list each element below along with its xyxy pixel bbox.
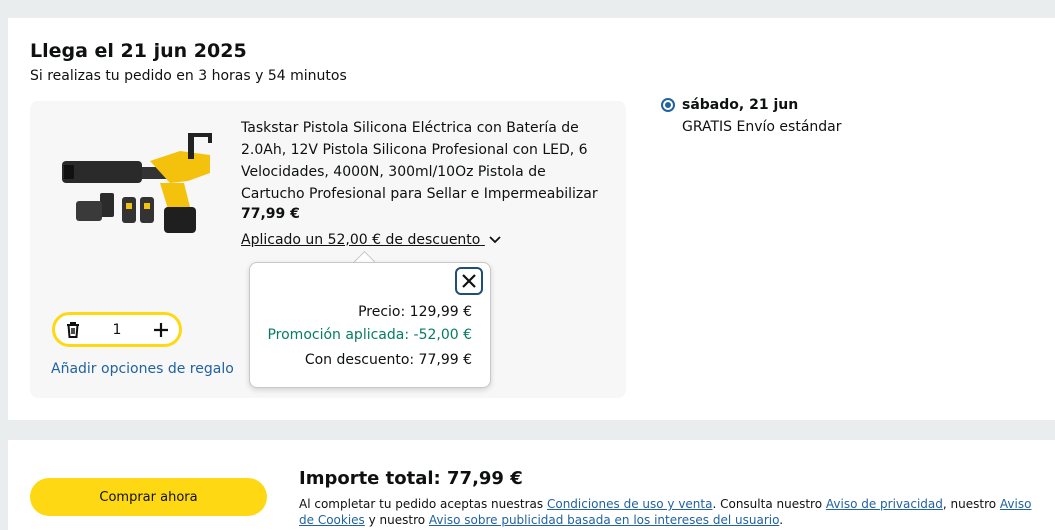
quantity-value: 1: [112, 321, 122, 338]
legal-text-part: y nuestro: [364, 513, 429, 527]
delivery-title: Llega el 21 jun 2025: [30, 40, 247, 62]
popover-price: Precio: 129,99 €: [358, 304, 472, 320]
buy-now-button[interactable]: Comprar ahora: [30, 478, 267, 516]
legal-text-part: , nuestro: [942, 497, 1000, 511]
discount-link[interactable]: Aplicado un 52,00 € de descuento: [241, 232, 501, 248]
terms-link[interactable]: Condiciones de uso y venta: [547, 497, 713, 511]
caulking-gun-icon: [62, 133, 212, 233]
legal-text-part: Al completar tu pedido aceptas nuestras: [299, 497, 547, 511]
discount-popover: Precio: 129,99 € Promoción aplicada: -52…: [249, 262, 491, 388]
trash-icon[interactable]: [63, 320, 83, 340]
legal-text-part: .: [779, 513, 784, 527]
shipping-type: GRATIS Envío estándar: [682, 119, 842, 135]
legal-text-part: . Consulta nuestro: [712, 497, 826, 511]
popover-discounted-price: Con descuento: 77,99 €: [304, 352, 472, 368]
product-image[interactable]: [60, 121, 216, 241]
legal-text: Al completar tu pedido aceptas nuestras …: [299, 496, 1049, 528]
discount-label: Aplicado un 52,00 € de descuento: [241, 232, 481, 248]
chevron-down-icon: [489, 232, 501, 248]
add-gift-options-link[interactable]: Añadir opciones de regalo: [51, 361, 234, 377]
shipping-option-radio[interactable]: [661, 98, 675, 112]
order-total: Importe total: 77,99 €: [299, 468, 523, 489]
plus-icon[interactable]: [151, 320, 171, 340]
shipping-date: sábado, 21 jun: [682, 97, 799, 113]
popover-promotion: Promoción aplicada: -52,00 €: [267, 327, 472, 343]
quantity-stepper[interactable]: 1: [52, 312, 182, 347]
product-title[interactable]: Taskstar Pistola Silicona Eléctrica con …: [241, 117, 611, 205]
interest-ads-link[interactable]: Aviso sobre publicidad basada en los int…: [429, 513, 779, 527]
radio-selected-dot: [665, 102, 671, 108]
privacy-link[interactable]: Aviso de privacidad: [826, 497, 943, 511]
product-price: 77,99 €: [241, 206, 300, 222]
close-icon[interactable]: [455, 267, 483, 295]
delivery-subtitle: Si realizas tu pedido en 3 horas y 54 mi…: [30, 68, 347, 84]
